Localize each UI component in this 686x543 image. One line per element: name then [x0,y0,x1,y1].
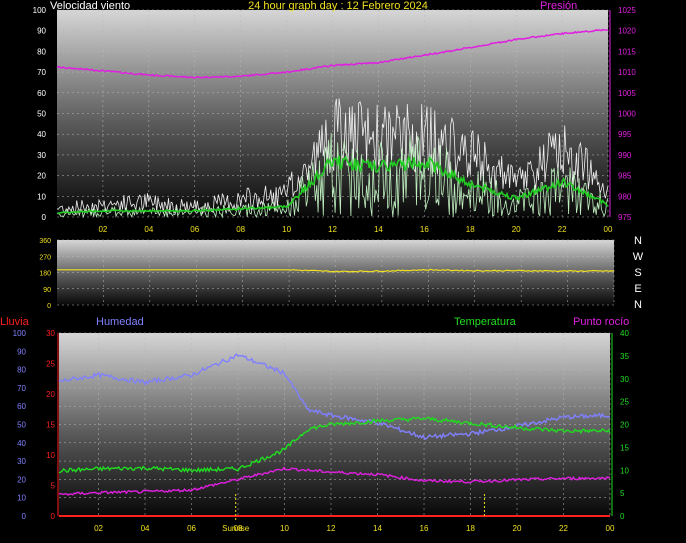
direction-y-tick-label: 180 [39,271,51,278]
climate-x-tick-label: 12 [327,524,336,533]
climate-x-tick-label: 04 [141,524,150,533]
pressure-y-tick-label: 1020 [618,27,636,36]
climate-x-tick-label: 20 [513,524,522,533]
wind-x-tick-label: 12 [328,225,337,234]
humidity-y-tick-label: 60 [17,402,26,411]
dewpoint-label: Punto rocío [573,316,629,328]
direction-y-tick-label: 270 [39,254,51,261]
wind-y-tick-label: 80 [37,47,46,56]
rain-y-tick-label: 20 [46,390,55,399]
direction-y-tick-label: 360 [39,238,51,245]
temperature-y-tick-label: 30 [620,375,629,384]
pressure-label: Presión [540,0,577,12]
compass-letter: N [634,299,642,311]
compass-letter: N [634,235,642,247]
temperature-y-tick-label: 25 [620,398,629,407]
wind-y-tick-label: 100 [33,6,47,15]
rain-y-tick-label: 0 [51,512,56,521]
rain-y-tick-label: 30 [46,329,55,338]
humidity-label: Humedad [96,316,144,328]
climate-x-tick-label: 16 [420,524,429,533]
compass-letter: E [634,283,641,295]
wind-speed-label: Velocidad viento [50,0,130,12]
wind-y-tick-label: 20 [37,172,46,181]
wind-y-tick-label: 50 [37,110,46,119]
pressure-y-tick-label: 980 [618,192,632,201]
pressure-y-tick-label: 1010 [618,68,636,77]
wind-x-tick-label: 10 [282,225,291,234]
temperature-y-tick-label: 35 [620,352,629,361]
humidity-y-tick-label: 70 [17,384,26,393]
wind-x-tick-label: 20 [512,225,521,234]
pressure-y-tick-label: 975 [618,213,632,222]
humidity-y-tick-label: 90 [17,347,26,356]
wind-x-tick-label: 00 [604,225,613,234]
humidity-y-tick-label: 0 [22,512,27,521]
humidity-y-tick-label: 40 [17,439,26,448]
wind-y-tick-label: 40 [37,130,46,139]
pressure-y-tick-label: 990 [618,151,632,160]
wind-x-tick-label: 14 [374,225,383,234]
wind-y-tick-label: 0 [42,213,47,222]
wind-x-tick-label: 08 [236,225,245,234]
wind-panel: 0102030405060708090100 97598098599099510… [33,0,637,234]
climate-x-tick-label: 10 [280,524,289,533]
humidity-y-tick-label: 80 [17,366,26,375]
humidity-y-tick-label: 50 [17,421,26,430]
climate-x-tick-label: 14 [373,524,382,533]
wind-y-tick-label: 10 [37,192,46,201]
pressure-y-tick-label: 1000 [618,110,636,119]
climate-x-tick-label: 06 [187,524,196,533]
climate-x-tick-label: 22 [559,524,568,533]
humidity-y-tick-label: 10 [17,494,26,503]
wind-x-tick-label: 06 [190,225,199,234]
rain-label: Lluvia [0,316,30,328]
wind-y-tick-label: 30 [37,151,46,160]
wind-y-tick-label: 70 [37,68,46,77]
temperature-y-tick-label: 40 [620,329,629,338]
climate-x-tick-label: 00 [606,524,615,533]
climate-panel: 0 10 20 30 40 50 60 70 80 90 100 0 5 10 15 20 25 30 0 5 10… [0,316,629,533]
wind-x-tick-label: 02 [98,225,107,234]
wind-y-tick-label: 90 [37,27,46,36]
compass-letter: S [634,267,641,279]
pressure-y-tick-label: 1025 [618,6,636,15]
weather-graph-canvas: 0102030405060708090100 97598098599099510… [0,0,644,533]
humidity-y-tick-label: 30 [17,457,26,466]
wind-x-tick-label: 18 [466,225,475,234]
rain-y-tick-label: 5 [51,482,56,491]
wind-x-tick-label: 22 [558,225,567,234]
wind-x-tick-label: 04 [144,225,153,234]
direction-panel: 090180270360 NWSEN [39,235,643,311]
pressure-y-tick-label: 995 [618,130,632,139]
rain-y-tick-label: 25 [46,360,55,369]
wind-y-tick-label: 60 [37,89,46,98]
graph-title: 24 hour graph day : 12 Febrero 2024 [248,0,428,12]
pressure-y-tick-label: 1015 [618,47,636,56]
compass-letter: W [633,251,644,263]
temperature-label: Temperatura [454,316,517,328]
rain-y-tick-label: 15 [46,421,55,430]
wind-x-tick-label: 16 [420,225,429,234]
temperature-y-tick-label: 15 [620,443,629,452]
direction-y-tick-label: 90 [43,287,51,294]
humidity-y-tick-label: 20 [17,475,26,484]
temperature-y-tick-label: 5 [620,489,625,498]
temperature-y-tick-label: 0 [620,512,625,521]
climate-x-tick-label: 02 [94,524,103,533]
temperature-y-tick-label: 20 [620,421,629,430]
climate-x-tick-label: 18 [466,524,475,533]
humidity-y-tick-label: 100 [13,329,27,338]
direction-y-tick-label: 0 [47,303,51,310]
temperature-y-tick-label: 10 [620,466,629,475]
pressure-y-tick-label: 985 [618,172,632,181]
sunrise-label: Sunrise [222,524,250,533]
pressure-y-tick-label: 1005 [618,89,636,98]
rain-y-tick-label: 10 [46,451,55,460]
